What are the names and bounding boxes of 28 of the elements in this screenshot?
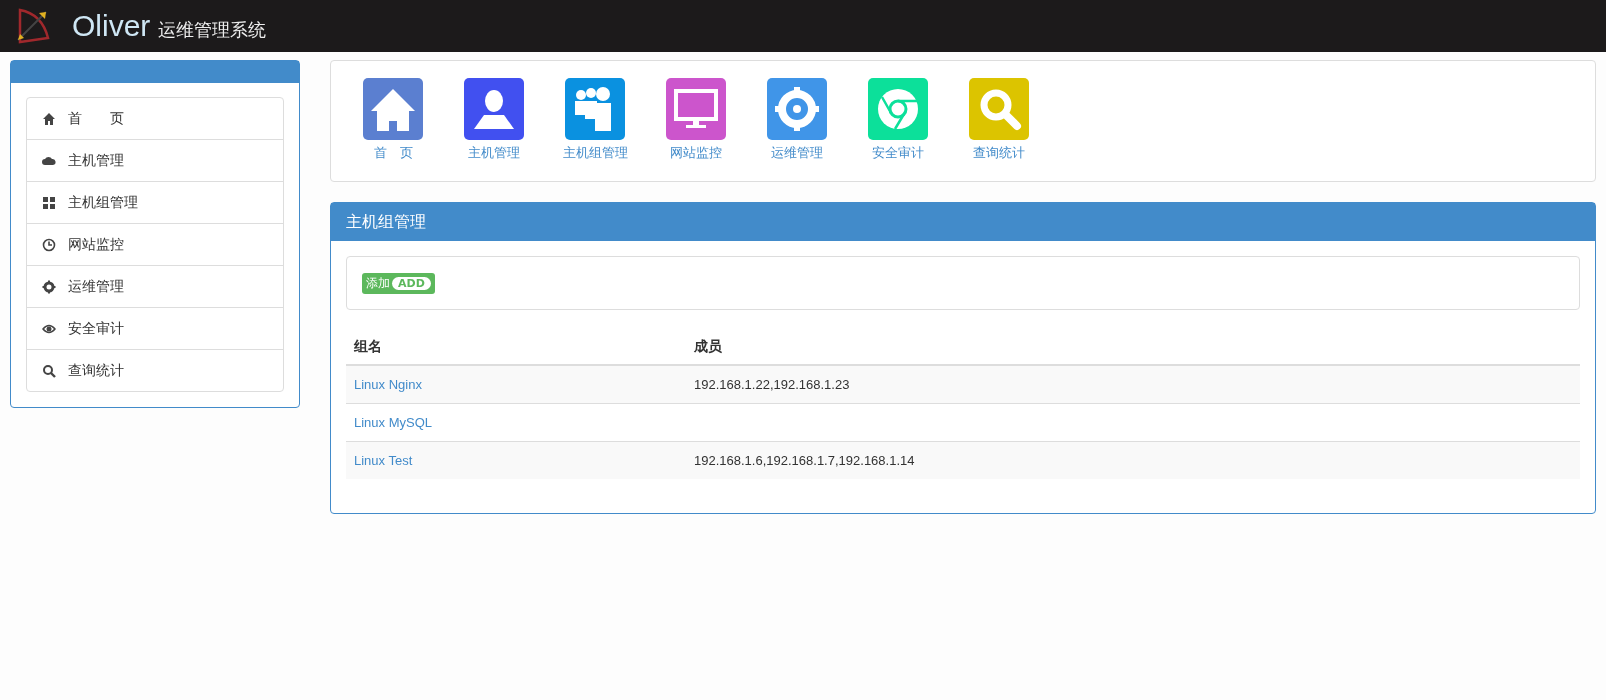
launcher-tile[interactable]: 运维管理 bbox=[767, 78, 827, 181]
sidebar-item[interactable]: 首 页 bbox=[27, 98, 283, 139]
sidebar-item[interactable]: 主机组管理 bbox=[27, 181, 283, 223]
launcher-tile[interactable]: 主机管理 bbox=[464, 78, 524, 181]
launcher-tile[interactable]: 首 页 bbox=[363, 78, 423, 181]
members-cell: 192.168.1.6,192.168.1.7,192.168.1.14 bbox=[694, 453, 915, 468]
launcher-tile[interactable]: 安全审计 bbox=[868, 78, 928, 181]
panel-title: 主机组管理 bbox=[331, 203, 1595, 241]
sidebar-item[interactable]: 查询统计 bbox=[27, 349, 283, 391]
members-cell: 192.168.1.22,192.168.1.23 bbox=[694, 377, 850, 392]
system-title: 运维管理系统 bbox=[158, 18, 267, 42]
settings-icon bbox=[42, 279, 56, 294]
clock-icon bbox=[42, 237, 56, 252]
sidebar-item[interactable]: 主机管理 bbox=[27, 139, 283, 181]
sidebar-item[interactable]: 安全审计 bbox=[27, 307, 283, 349]
group-link[interactable]: Linux Nginx bbox=[354, 377, 422, 392]
sidebar-item[interactable]: 运维管理 bbox=[27, 265, 283, 307]
group-link[interactable]: Linux Test bbox=[354, 453, 413, 468]
group-link[interactable]: Linux MySQL bbox=[354, 415, 433, 430]
launcher-tile[interactable]: 查询统计 bbox=[969, 78, 1029, 181]
search-icon bbox=[42, 363, 56, 378]
launcher-tile[interactable]: 网站监控 bbox=[666, 78, 726, 181]
home-icon bbox=[42, 111, 56, 126]
brand-name: Oliver bbox=[72, 9, 151, 43]
sidebar-item[interactable]: 网站监控 bbox=[27, 223, 283, 265]
grid-icon bbox=[42, 195, 56, 210]
add-badge: ADD bbox=[392, 276, 431, 290]
add-button[interactable]: 添加 ADD bbox=[362, 272, 435, 294]
